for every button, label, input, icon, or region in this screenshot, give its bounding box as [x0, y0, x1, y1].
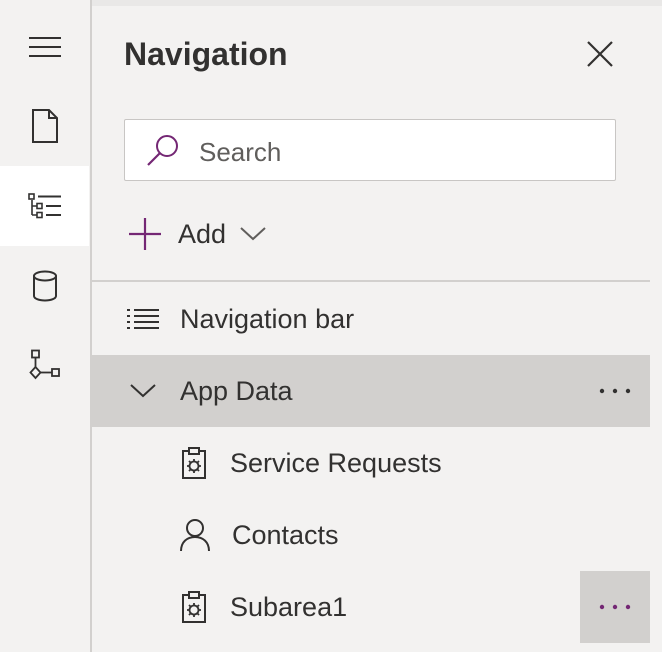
close-icon: [587, 41, 613, 67]
pages-button[interactable]: [0, 86, 89, 166]
tree-item-label: Navigation bar: [180, 303, 355, 334]
tree-item-subarea1[interactable]: Subarea1: [92, 571, 650, 643]
person-icon: [180, 519, 210, 552]
tree-group-app-data[interactable]: App Data: [92, 355, 650, 427]
plus-icon: [129, 218, 161, 250]
tree-item-navigation-bar[interactable]: Navigation bar: [92, 283, 650, 355]
tree-view-icon: [27, 193, 61, 219]
clipboard-gear-icon: [182, 447, 206, 479]
data-button[interactable]: [0, 246, 89, 326]
clipboard-gear-icon: [182, 591, 206, 623]
panel-title: Navigation: [124, 36, 288, 72]
left-rail: [0, 0, 92, 652]
add-label: Add: [178, 218, 227, 249]
tree-group-label: App Data: [180, 375, 293, 406]
page-icon: [31, 109, 58, 143]
process-flow-icon: [28, 349, 60, 380]
hamburger-icon: [28, 37, 61, 57]
navigation-panel: Navigation Add Navigation bar Ap: [92, 0, 650, 652]
search-input[interactable]: [197, 134, 601, 170]
process-flow-button[interactable]: [0, 326, 89, 406]
close-button[interactable]: [584, 38, 616, 70]
tree-item-contacts[interactable]: Contacts: [92, 499, 650, 571]
more-icon: [599, 388, 631, 394]
add-button[interactable]: Add: [128, 212, 266, 256]
chevron-down-icon[interactable]: [130, 383, 156, 399]
database-icon: [32, 270, 57, 302]
tree-item-label: Service Requests: [230, 447, 442, 478]
more-options-button[interactable]: [580, 571, 650, 643]
search-box[interactable]: [124, 119, 616, 181]
more-options-button[interactable]: [580, 355, 650, 427]
tree-view-button[interactable]: [0, 166, 89, 246]
chevron-down-icon: [240, 227, 266, 241]
tree-item-label: Contacts: [232, 519, 339, 550]
tree-item-service-requests[interactable]: Service Requests: [92, 427, 650, 499]
tree-item-label: Subarea1: [230, 591, 348, 622]
hamburger-menu-button[interactable]: [0, 7, 89, 87]
list-icon: [127, 309, 159, 329]
more-icon: [599, 604, 631, 610]
search-icon: [147, 135, 178, 166]
divider: [92, 280, 650, 282]
